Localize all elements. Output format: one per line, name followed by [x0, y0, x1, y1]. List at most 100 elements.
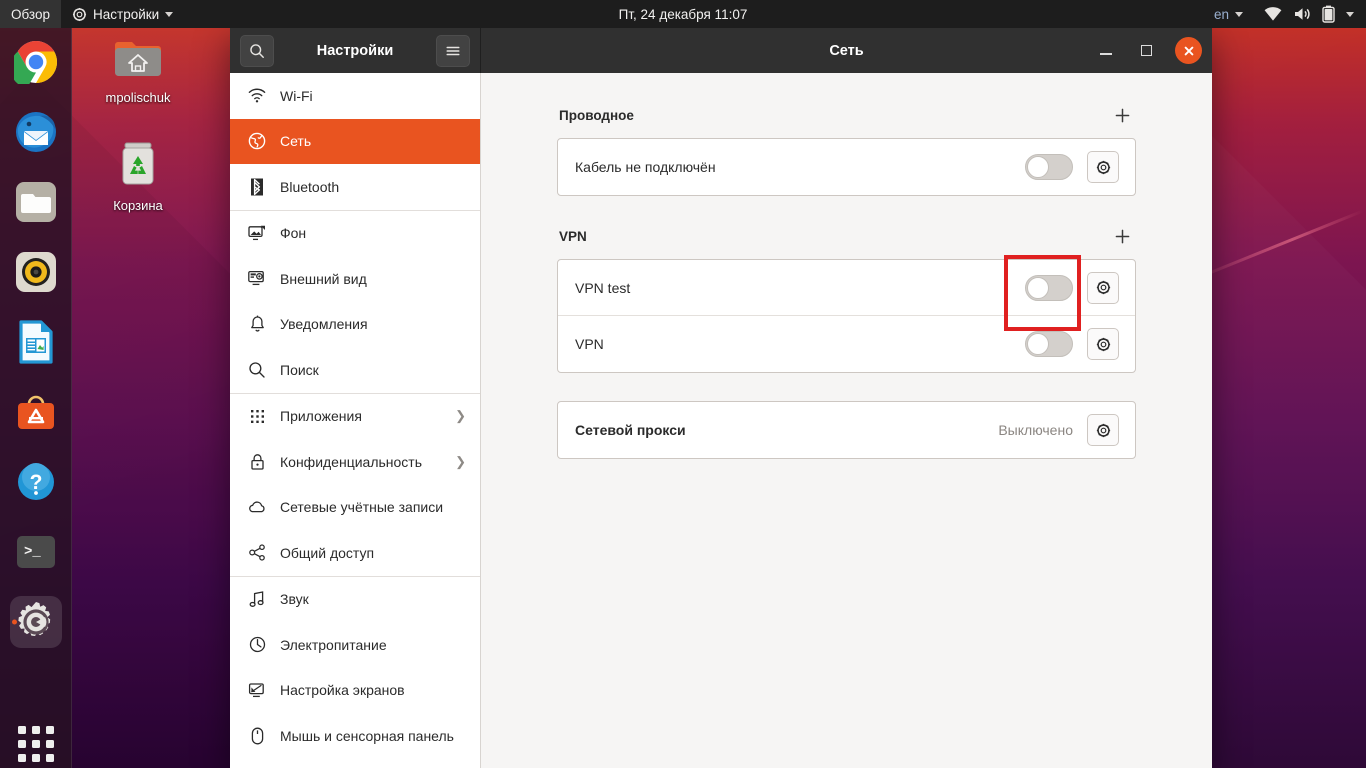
dock-item-terminal[interactable]: >_ [10, 526, 62, 578]
minimize-button[interactable] [1095, 40, 1117, 62]
chevron-right-icon: ❯ [455, 408, 466, 424]
main-menu-button[interactable] [435, 34, 470, 67]
grid-dot [32, 754, 40, 762]
dock-item-libreoffice-impress[interactable] [10, 316, 62, 368]
toggle-knob [1027, 333, 1049, 355]
background-icon [248, 224, 266, 242]
volume-icon [1295, 8, 1310, 20]
vpn-toggle[interactable] [1025, 331, 1073, 357]
connection-label: VPN [575, 336, 604, 352]
appearance-icon [248, 270, 266, 288]
window-titlebar: Настройки Сеть [230, 28, 1212, 73]
network-proxy-card: Сетевой прокси Выключено [557, 401, 1136, 459]
toggle-knob [1027, 276, 1049, 299]
plus-icon [1115, 229, 1129, 243]
trash-icon [122, 142, 154, 185]
search-icon [248, 361, 266, 379]
maximize-glyph [1140, 45, 1152, 56]
keyboard-layout-label: en [1213, 6, 1229, 22]
sidebar-item-wifi[interactable]: Wi-Fi [230, 73, 480, 119]
wifi-icon [1264, 6, 1282, 21]
settings-sidebar: Wi-Fi Сеть Bluetooth Фон Внешний вид Уве… [230, 73, 481, 768]
settings-window: Настройки Сеть Wi-Fi Сеть Bluetooth Фон … [230, 28, 1212, 768]
window-controls [1095, 37, 1202, 64]
apps-grid-icon [248, 407, 266, 425]
power-icon [248, 636, 266, 654]
window-title: Сеть [829, 42, 864, 59]
vpn-test-settings-button[interactable] [1087, 271, 1119, 304]
gear-icon [1096, 160, 1110, 174]
files-icon [16, 182, 56, 222]
sidebar-item-bluetooth[interactable]: Bluetooth [230, 164, 480, 210]
dock-item-settings[interactable] [10, 596, 62, 648]
network-globe-icon [248, 132, 266, 150]
show-applications-button[interactable] [10, 718, 62, 768]
sidebar-item-notifications[interactable]: Уведомления [230, 302, 480, 348]
dock-item-rhythmbox[interactable] [10, 246, 62, 298]
overview-label: Обзор [11, 6, 50, 22]
wired-toggle[interactable] [1025, 154, 1073, 180]
chrome-icon [14, 40, 58, 84]
sidebar-item-mouse-touchpad[interactable]: Мышь и сенсорная панель [230, 713, 480, 759]
vpn-test-row: VPN test [558, 260, 1135, 316]
dock-item-thunderbird[interactable] [10, 106, 62, 158]
chevron-down-icon [1346, 11, 1354, 17]
bell-icon [248, 315, 266, 333]
app-menu-label: Настройки [93, 6, 160, 22]
network-proxy-settings-button[interactable] [1087, 414, 1119, 446]
sidebar-item-power[interactable]: Электропитание [230, 622, 480, 668]
hamburger-menu-icon [446, 46, 460, 55]
grid-dot [32, 740, 40, 748]
desktop-icon-trash[interactable]: Корзина [88, 140, 188, 213]
add-vpn-connection-button[interactable] [1110, 224, 1134, 248]
vpn-row: VPN [558, 316, 1135, 372]
sidebar-item-displays[interactable]: Настройка экранов [230, 668, 480, 714]
vpn-test-toggle[interactable] [1025, 274, 1073, 301]
search-button[interactable] [240, 34, 274, 67]
clock-button[interactable]: Пт, 24 декабря 11:07 [619, 7, 748, 22]
sidebar-item-label: Уведомления [280, 316, 368, 333]
sidebar-item-background[interactable]: Фон [230, 211, 480, 257]
sidebar-item-applications[interactable]: Приложения ❯ [230, 394, 480, 440]
add-wired-connection-button[interactable] [1110, 103, 1134, 127]
thunderbird-icon [16, 112, 56, 152]
grid-dot [32, 726, 40, 734]
maximize-button[interactable] [1135, 40, 1157, 62]
close-button[interactable] [1175, 37, 1202, 64]
sidebar-item-online-accounts[interactable]: Сетевые учётные записи [230, 485, 480, 531]
dock-item-help[interactable]: ? [10, 456, 62, 508]
vpn-connections-card: VPN test VPN [557, 259, 1136, 373]
dock-item-ubuntu-software[interactable] [10, 386, 62, 438]
gear-icon [1096, 423, 1110, 437]
share-icon [248, 544, 266, 562]
sidebar-item-sharing[interactable]: Общий доступ [230, 530, 480, 576]
system-status-area[interactable]: en [1208, 0, 1360, 28]
sound-note-icon [248, 590, 266, 608]
software-icon [18, 395, 54, 429]
lock-icon [248, 453, 266, 471]
dock-item-files[interactable] [10, 176, 62, 228]
sidebar-item-label: Звук [280, 591, 309, 608]
section-header-wired: Проводное [557, 103, 1136, 127]
sidebar-item-sound[interactable]: Звук [230, 577, 480, 623]
connection-label: Кабель не подключён [575, 159, 716, 175]
vpn-settings-button[interactable] [1087, 328, 1119, 360]
sidebar-item-privacy[interactable]: Конфиденциальность ❯ [230, 439, 480, 485]
top-bar: Обзор Настройки Пт, 24 декабря 11:07 en [0, 0, 1366, 28]
mouse-icon [248, 727, 266, 745]
sidebar-item-appearance[interactable]: Внешний вид [230, 256, 480, 302]
activities-overview-button[interactable]: Обзор [0, 0, 61, 28]
wired-settings-button[interactable] [1087, 151, 1119, 183]
network-settings-panel: Проводное Кабель не подключён VPN VPN te… [481, 73, 1212, 768]
sidebar-item-label: Внешний вид [280, 270, 367, 287]
battery-icon [1322, 5, 1335, 23]
dock-item-google-chrome[interactable] [10, 36, 62, 88]
sidebar-item-network[interactable]: Сеть [230, 118, 480, 164]
sidebar-item-label: Приложения [280, 408, 362, 425]
svg-text:?: ? [30, 471, 43, 494]
app-menu-button[interactable]: Настройки [61, 0, 184, 28]
desktop-icon-home[interactable]: mpolischuk [88, 36, 188, 105]
gear-icon [1096, 280, 1110, 295]
window-body: Wi-Fi Сеть Bluetooth Фон Внешний вид Уве… [230, 73, 1212, 768]
sidebar-item-search[interactable]: Поиск [230, 347, 480, 393]
